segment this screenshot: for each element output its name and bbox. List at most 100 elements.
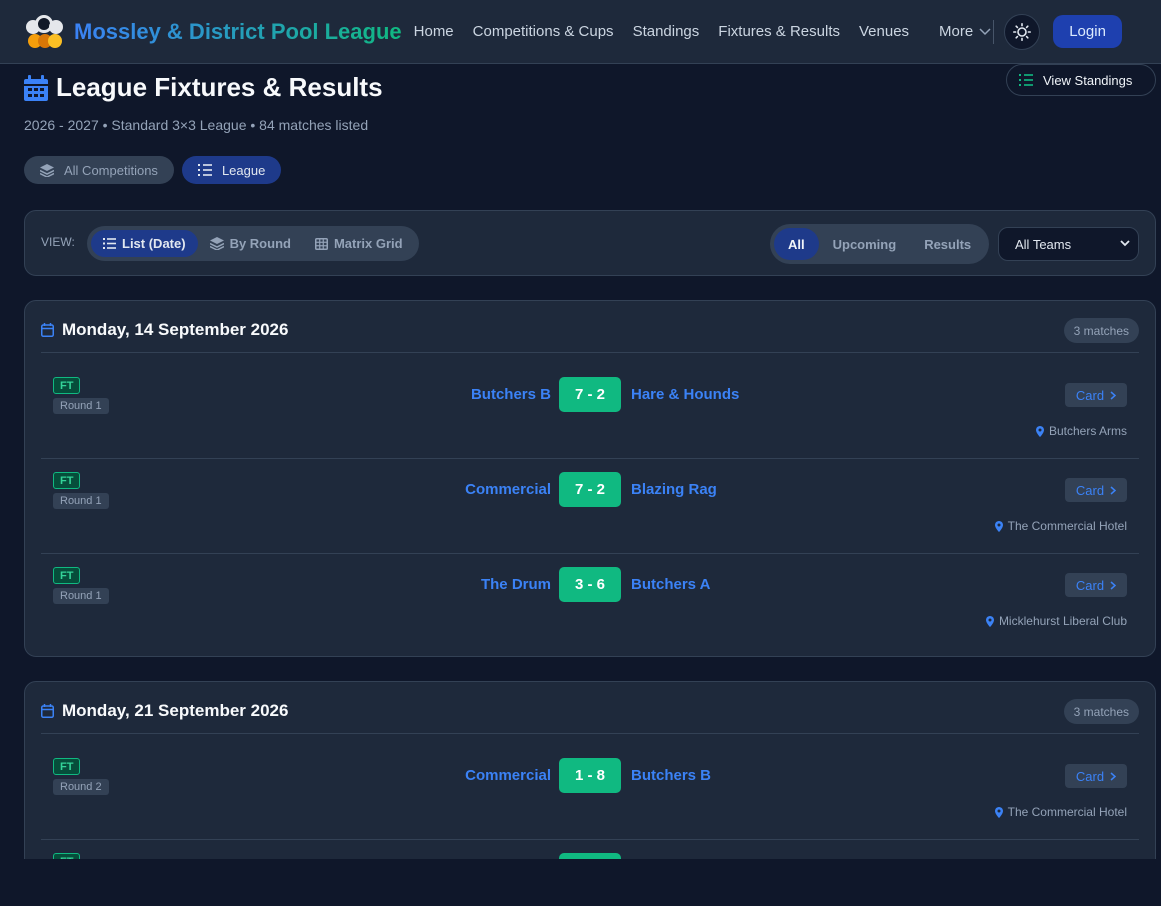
tab-all-competitions[interactable]: All Competitions — [24, 156, 174, 184]
status-badge: FT — [53, 758, 81, 775]
round-badge: Round 1 — [53, 398, 109, 414]
layers-icon — [209, 237, 224, 250]
tab-all-competitions-label: All Competitions — [64, 162, 158, 178]
venue-link[interactable]: Micklehurst Liberal Club — [985, 614, 1127, 628]
more-dropdown[interactable]: More — [939, 23, 991, 40]
map-pin-icon — [985, 615, 994, 627]
date-group-header: Monday, 14 September 2026 3 matches — [41, 317, 1139, 353]
sun-icon — [1013, 22, 1032, 41]
nav-link-competitions[interactable]: Competitions & Cups — [473, 23, 614, 40]
view-toolbar: VIEW: List (Date) By Round Matrix Grid A… — [24, 210, 1156, 276]
home-team-link[interactable]: The Drum — [481, 576, 551, 593]
match-card-button[interactable]: Card — [1065, 764, 1127, 788]
away-team-link[interactable]: Butchers A — [631, 576, 710, 593]
card-label: Card — [1075, 768, 1105, 784]
date-heading: Monday, 21 September 2026 — [41, 701, 288, 721]
theme-toggle-button[interactable] — [1004, 13, 1041, 50]
venue-link[interactable]: Butchers Arms — [1035, 424, 1127, 438]
match-row: FT Round 1 Butchers B 7 - 2 Hare & Hound… — [41, 364, 1139, 459]
billiard-balls-logo-icon — [24, 14, 64, 50]
chevron-down-icon — [979, 27, 991, 35]
match-row: FT Round 2 Commercial 1 - 8 Butchers B C… — [41, 745, 1139, 840]
grid-icon — [314, 237, 328, 250]
filter-all-button[interactable]: All — [774, 228, 819, 260]
view-list-date-button[interactable]: List (Date) — [91, 230, 198, 257]
match-row: FT Round 1 The Drum 3 - 6 Butchers A Car… — [41, 554, 1139, 649]
chevron-right-icon — [1110, 390, 1117, 400]
filter-upcoming-button[interactable]: Upcoming — [819, 228, 911, 260]
nav-link-standings[interactable]: Standings — [633, 23, 700, 40]
card-label: Card — [1075, 577, 1105, 593]
competition-tabs: All Competitions League — [24, 156, 289, 184]
home-team-link[interactable]: Commercial — [465, 767, 551, 784]
page-header: League Fixtures & Results — [24, 72, 383, 103]
score-badge[interactable]: 7 - 2 — [559, 472, 621, 507]
chevron-right-icon — [1110, 771, 1117, 781]
score-badge[interactable]: 1 - 8 — [559, 758, 621, 793]
status-badge: FT — [53, 567, 81, 584]
brand[interactable]: Mossley & District Pool League — [24, 14, 402, 50]
match-card-button[interactable]: Card — [1065, 573, 1127, 597]
list-ordered-icon — [197, 164, 212, 176]
venue-label: The Commercial Hotel — [1007, 519, 1127, 533]
brand-title: Mossley & District Pool League — [74, 18, 402, 44]
view-standings-button[interactable]: View Standings — [1006, 64, 1156, 96]
match-count-badge: 3 matches — [1063, 699, 1139, 724]
view-matrix-grid-label: Matrix Grid — [333, 236, 403, 251]
score-badge[interactable]: 7 - 2 — [559, 377, 621, 412]
team-select[interactable]: All Teams — [998, 227, 1139, 261]
view-list-date-label: List (Date) — [122, 236, 186, 251]
page-subtitle: 2026 - 2027 • Standard 3×3 League • 84 m… — [24, 117, 369, 133]
calendar-icon — [41, 704, 54, 718]
home-team-link[interactable]: Commercial — [465, 481, 551, 498]
view-standings-label: View Standings — [1043, 72, 1133, 88]
page-title: League Fixtures & Results — [56, 72, 383, 102]
view-label: VIEW: — [41, 235, 75, 249]
away-team-link[interactable]: Blazing Rag — [631, 481, 717, 498]
round-badge: Round 1 — [53, 493, 109, 509]
calendar-icon — [24, 74, 48, 101]
score-badge[interactable]: 3 - 6 — [559, 567, 621, 602]
nav-link-fixtures[interactable]: Fixtures & Results — [718, 23, 840, 40]
venue-link[interactable]: The Commercial Hotel — [994, 805, 1127, 819]
map-pin-icon — [1035, 425, 1044, 437]
match-card-button[interactable]: Card — [1065, 383, 1127, 407]
view-by-round-label: By Round — [229, 236, 291, 251]
list-icon — [103, 238, 116, 249]
nav-link-home[interactable]: Home — [414, 23, 454, 40]
venue-label: Micklehurst Liberal Club — [998, 614, 1127, 628]
venue-label: The Commercial Hotel — [1007, 805, 1127, 819]
venue-label: Butchers Arms — [1048, 424, 1127, 438]
nav-link-venues[interactable]: Venues — [859, 23, 909, 40]
layers-icon — [40, 163, 54, 177]
status-badge: FT — [53, 472, 81, 489]
view-matrix-grid-button[interactable]: Matrix Grid — [303, 230, 415, 257]
nav-links: Home Competitions & Cups Standings Fixtu… — [414, 23, 928, 40]
chevron-right-icon — [1110, 485, 1117, 495]
nav-divider — [993, 19, 995, 44]
calendar-icon — [41, 323, 54, 337]
view-by-round-button[interactable]: By Round — [198, 230, 303, 257]
match-row: FT Round 1 Commercial 7 - 2 Blazing Rag … — [41, 459, 1139, 554]
top-navbar: Mossley & District Pool League Home Comp… — [0, 0, 1161, 64]
match-card-button[interactable]: Card — [1065, 478, 1127, 502]
date-label: Monday, 14 September 2026 — [62, 320, 289, 339]
round-badge: Round 2 — [53, 779, 109, 795]
filter-results-button[interactable]: Results — [910, 228, 985, 260]
map-pin-icon — [994, 520, 1003, 532]
login-button[interactable]: Login — [1053, 15, 1122, 48]
tab-league[interactable]: League — [181, 156, 282, 184]
away-team-link[interactable]: Hare & Hounds — [631, 386, 739, 403]
round-badge: Round 1 — [53, 588, 109, 604]
home-team-link[interactable]: Butchers B — [471, 386, 551, 403]
status-filter: All Upcoming Results — [770, 224, 990, 264]
list-ordered-icon — [1019, 74, 1033, 86]
chevron-right-icon — [1110, 580, 1117, 590]
map-pin-icon — [994, 806, 1003, 818]
away-team-link[interactable]: Butchers B — [631, 767, 711, 784]
venue-link[interactable]: The Commercial Hotel — [994, 519, 1127, 533]
page-footer-area — [0, 859, 1161, 906]
date-label: Monday, 21 September 2026 — [62, 701, 289, 720]
tab-league-label: League — [221, 162, 266, 178]
view-mode-switch: List (Date) By Round Matrix Grid — [87, 226, 419, 261]
